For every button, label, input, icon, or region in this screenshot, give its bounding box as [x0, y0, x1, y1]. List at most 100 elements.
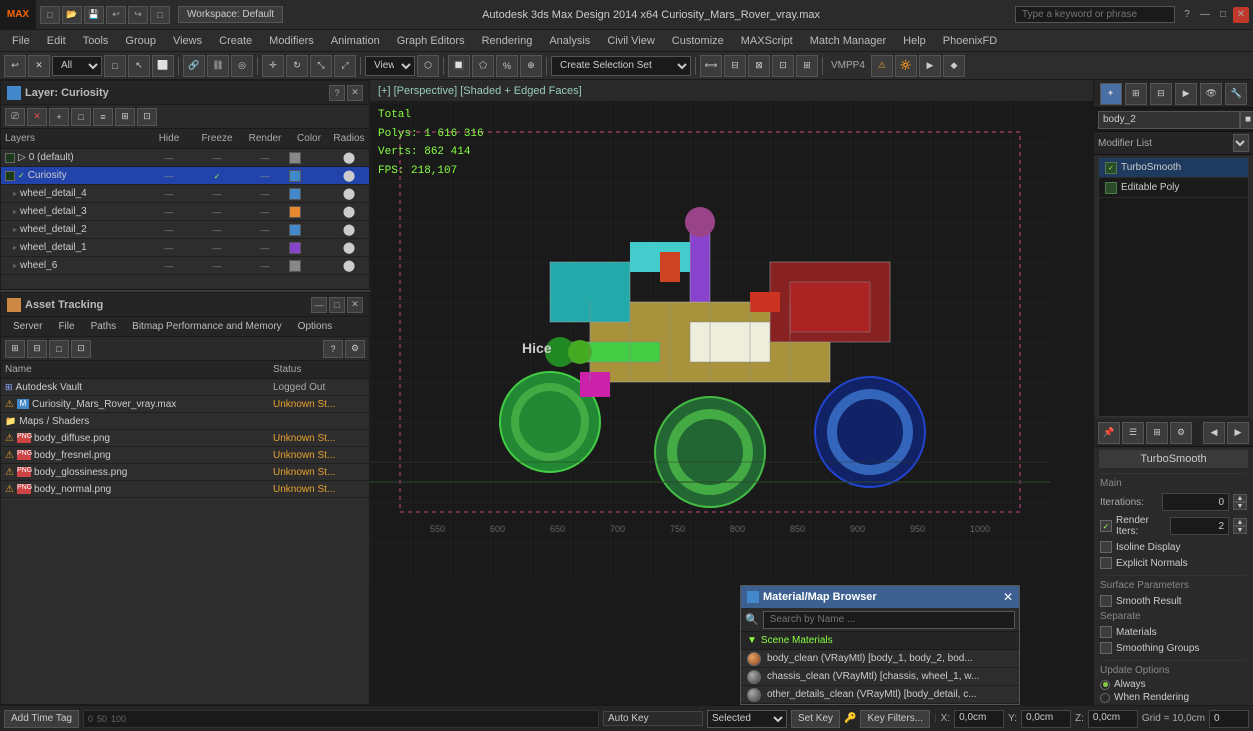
workspace-dropdown[interactable]: Workspace: Default [178, 6, 283, 23]
hierarchy-btn[interactable]: ⊟ [1150, 83, 1172, 105]
bind-btn[interactable]: ◎ [231, 55, 253, 77]
modifier-checkbox[interactable] [1105, 162, 1117, 174]
render-btn[interactable]: ▶ [919, 55, 941, 77]
layer-tb-5[interactable]: ⊞ [115, 108, 135, 126]
explicit-checkbox[interactable] [1100, 557, 1112, 569]
material-close-btn[interactable]: ✕ [1003, 590, 1013, 604]
asset-tb2[interactable]: ⊟ [27, 340, 47, 358]
scale2-btn[interactable]: ⤢ [334, 55, 356, 77]
layer-checkbox[interactable] [5, 171, 15, 181]
smooth-checkbox[interactable] [1100, 595, 1112, 607]
menu-civil-view[interactable]: Civil View [599, 33, 662, 49]
save-btn[interactable]: 💾 [84, 6, 104, 24]
asset-tb4[interactable]: ⊡ [71, 340, 91, 358]
select-none-btn[interactable]: ✕ [28, 55, 50, 77]
render-iters-down[interactable]: ▼ [1233, 526, 1247, 534]
channel-btn[interactable]: ⊞ [1146, 422, 1168, 444]
move-btn[interactable]: ✛ [262, 55, 284, 77]
layer-tb-1[interactable]: ⎚ [5, 108, 25, 126]
x-value[interactable]: 0,0cm [954, 710, 1004, 728]
rp-extra-btn[interactable]: ◀ [1203, 422, 1225, 444]
pin-btn[interactable]: 📌 [1098, 422, 1120, 444]
modify-btn[interactable]: ⊞ [1125, 83, 1147, 105]
color-swatch[interactable] [289, 242, 301, 254]
select-all-btn[interactable]: ↩ [4, 55, 26, 77]
tb-btn6[interactable]: □ [150, 6, 170, 24]
menu-file[interactable]: File [4, 33, 38, 49]
angle-snap-btn[interactable]: ⬠ [472, 55, 494, 77]
material-row[interactable]: chassis_clean (VRayMtl) [chassis, wheel_… [741, 668, 1019, 686]
render-setup-btn[interactable]: 🔆 [895, 55, 917, 77]
menu-modifiers[interactable]: Modifiers [261, 33, 322, 49]
scale-btn[interactable]: ⤡ [310, 55, 332, 77]
create-btn[interactable]: ✦ [1100, 83, 1122, 105]
redo-btn[interactable]: ↪ [128, 6, 148, 24]
menu-customize[interactable]: Customize [664, 33, 732, 49]
layer-checkbox[interactable] [5, 153, 15, 163]
search-input[interactable] [1015, 6, 1175, 23]
asset-tb-help[interactable]: ? [323, 340, 343, 358]
y-value[interactable]: 0,0cm [1021, 710, 1071, 728]
layer-row[interactable]: ▸ wheel_detail_2 — — — ⬤ [1, 221, 369, 239]
menu-group[interactable]: Group [117, 33, 164, 49]
material-search-input[interactable] [763, 611, 1015, 629]
object-color-dropdown[interactable]: ■ [1240, 111, 1253, 129]
link-btn[interactable]: 🔗 [183, 55, 205, 77]
z-value[interactable]: 0,0cm [1088, 710, 1138, 728]
render-iters-checkbox[interactable] [1100, 520, 1112, 532]
layer-tb-6[interactable]: ⊡ [137, 108, 157, 126]
align2-btn[interactable]: ⊠ [748, 55, 770, 77]
menu-edit[interactable]: Edit [39, 33, 74, 49]
frame-input[interactable] [1209, 710, 1249, 728]
layer-row[interactable]: ▸ wheel_detail_3 — — — ⬤ [1, 203, 369, 221]
set-key-btn[interactable]: Set Key [791, 710, 840, 728]
render-iters-up[interactable]: ▲ [1233, 518, 1247, 526]
close-btn[interactable]: ✕ [1233, 7, 1249, 23]
asset-row[interactable]: ⚠ PNG body_glossiness.png Unknown St... [1, 464, 369, 481]
material-row[interactable]: body_clean (VRayMtl) [body_1, body_2, bo… [741, 650, 1019, 668]
window-btn[interactable]: ⬜ [152, 55, 174, 77]
render-iters-input[interactable] [1170, 517, 1230, 535]
modifier-checkbox[interactable] [1105, 182, 1117, 194]
config-btn[interactable]: ⚙ [1170, 422, 1192, 444]
layer-row[interactable]: ▸ wheel_detail_1 — — — ⬤ [1, 239, 369, 257]
new-btn[interactable]: □ [40, 6, 60, 24]
layer-tb-3[interactable]: □ [71, 108, 91, 126]
undo-btn[interactable]: ↩ [106, 6, 126, 24]
rotate-btn[interactable]: ↻ [286, 55, 308, 77]
menu-help[interactable]: Help [895, 33, 934, 49]
asset-menu-options[interactable]: Options [290, 319, 340, 334]
asset-row[interactable]: ⚠ PNG body_diffuse.png Unknown St... [1, 430, 369, 447]
key-filters-btn[interactable]: Key Filters... [860, 710, 930, 728]
color-swatch[interactable] [289, 152, 301, 164]
menu-match-manager[interactable]: Match Manager [802, 33, 894, 49]
selected-dropdown[interactable]: Selected [707, 710, 787, 728]
menu-views[interactable]: Views [165, 33, 210, 49]
layer-help-btn[interactable]: ? [329, 85, 345, 101]
spinner-snap-btn[interactable]: ⊕ [520, 55, 542, 77]
selection-set-dropdown[interactable]: Create Selection Set [551, 56, 691, 76]
align-btn[interactable]: ⊟ [724, 55, 746, 77]
select-object-btn[interactable]: □ [104, 55, 126, 77]
display-btn[interactable]: 👁 [1200, 83, 1222, 105]
use-pivot-btn[interactable]: ⬡ [417, 55, 439, 77]
warning-btn[interactable]: ⚠ [871, 55, 893, 77]
asset-tb-settings[interactable]: ⚙ [345, 340, 365, 358]
iterations-input[interactable] [1162, 493, 1230, 511]
align3-btn[interactable]: ⊡ [772, 55, 794, 77]
asset-close-btn[interactable]: ✕ [347, 297, 363, 313]
add-time-tag-btn[interactable]: Add Time Tag [4, 710, 79, 728]
help-icon[interactable]: ? [1179, 7, 1195, 23]
color-swatch[interactable] [289, 260, 301, 272]
asset-menu-bitmap[interactable]: Bitmap Performance and Memory [124, 319, 290, 334]
timeline-ruler[interactable]: 0 50 100 [83, 710, 599, 728]
layer-row[interactable]: ▷ 0 (default) — — — ⬤ [1, 149, 369, 167]
asset-row[interactable]: ⊞ Autodesk Vault Logged Out [1, 379, 369, 396]
layer-row[interactable]: ▸ wheel_6 — — — ⬤ [1, 257, 369, 275]
menu-create[interactable]: Create [211, 33, 260, 49]
utilities-btn[interactable]: 🔧 [1225, 83, 1247, 105]
asset-tb1[interactable]: ⊞ [5, 340, 25, 358]
viewport[interactable]: [+] [Perspective] [Shaded + Edged Faces]… [370, 80, 1093, 705]
always-radio[interactable]: Always [1094, 678, 1253, 691]
modifier-list-dropdown[interactable]: ▼ [1233, 134, 1249, 152]
